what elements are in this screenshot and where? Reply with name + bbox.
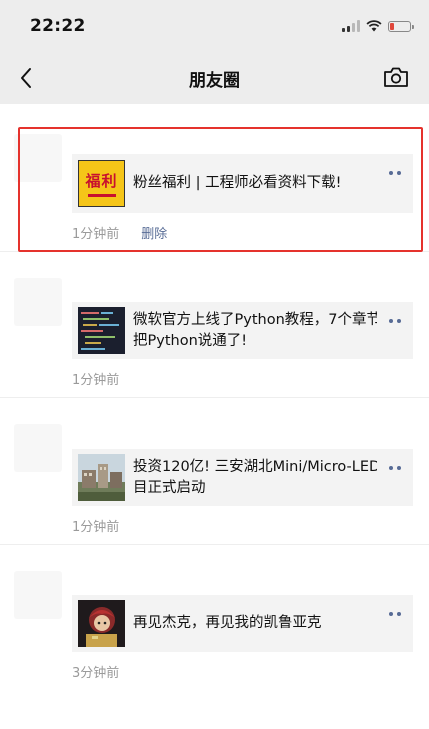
status-icons: [342, 20, 414, 32]
link-card[interactable]: 微软官方上线了Python教程，7个章节就把Python说通了!: [72, 302, 413, 359]
thumb-text: 福利: [85, 172, 118, 190]
post-meta: 3分钟前: [72, 603, 413, 690]
camera-icon[interactable]: [383, 66, 409, 90]
moment-post: 投资120亿! 三安湖北Mini/Micro-LED项目正式启动 1分钟前: [0, 398, 429, 545]
battery-level: [390, 22, 395, 30]
link-card[interactable]: 福利 粉丝福利 | 工程师必看资料下载!: [72, 154, 413, 213]
status-time: 22:22: [30, 16, 86, 36]
link-title: 再见杰克，再见我的凯鲁亚克: [133, 615, 322, 631]
building-photo-thumbnail: [78, 454, 125, 501]
link-card[interactable]: 再见杰克，再见我的凯鲁亚克: [72, 595, 413, 652]
link-title: 微软官方上线了Python教程，7个章节就把Python说通了!: [133, 311, 396, 349]
avatar: [14, 424, 62, 472]
avatar: [14, 278, 62, 326]
nav-bar: 朋友圈: [0, 52, 429, 104]
status-bar: 22:22: [0, 0, 429, 52]
moment-post: 微软官方上线了Python教程，7个章节就把Python说通了! 1分钟前: [0, 252, 429, 398]
delete-button[interactable]: 删除: [141, 223, 167, 242]
more-options-button[interactable]: [377, 603, 413, 625]
code-screenshot-thumbnail: [78, 307, 125, 354]
post-time: 1分钟前: [72, 372, 120, 388]
link-title: 投资120亿! 三安湖北Mini/Micro-LED项目正式启动: [133, 458, 395, 496]
post-meta: 1分钟前: [72, 310, 413, 397]
moment-post: 福利 粉丝福利 | 工程师必看资料下载! 1分钟前 删除: [0, 104, 429, 252]
chevron-left-icon[interactable]: [14, 66, 38, 90]
more-options-button[interactable]: [377, 162, 413, 184]
wifi-icon: [366, 20, 382, 32]
post-time: 1分钟前: [72, 519, 120, 535]
avatar: [14, 571, 62, 619]
moments-feed: 福利 粉丝福利 | 工程师必看资料下载! 1分钟前 删除 微软官方上线了Pyth…: [0, 104, 429, 690]
post-meta: 1分钟前: [72, 457, 413, 544]
post-time: 1分钟前: [72, 226, 120, 242]
link-card[interactable]: 投资120亿! 三安湖北Mini/Micro-LED项目正式启动: [72, 449, 413, 506]
post-time: 3分钟前: [72, 665, 120, 681]
post-meta: 1分钟前 删除: [72, 162, 413, 251]
link-title: 粉丝福利 | 工程师必看资料下载!: [133, 175, 342, 191]
signal-icon: [342, 20, 360, 32]
more-options-button[interactable]: [377, 310, 413, 332]
more-options-button[interactable]: [377, 457, 413, 479]
battery-icon: [388, 20, 414, 32]
moment-post: 再见杰克，再见我的凯鲁亚克 3分钟前: [0, 545, 429, 690]
avatar: [14, 134, 62, 182]
page-title: 朋友圈: [189, 70, 240, 91]
anime-character-thumbnail: [78, 600, 125, 647]
fuli-thumbnail: 福利: [78, 160, 125, 207]
